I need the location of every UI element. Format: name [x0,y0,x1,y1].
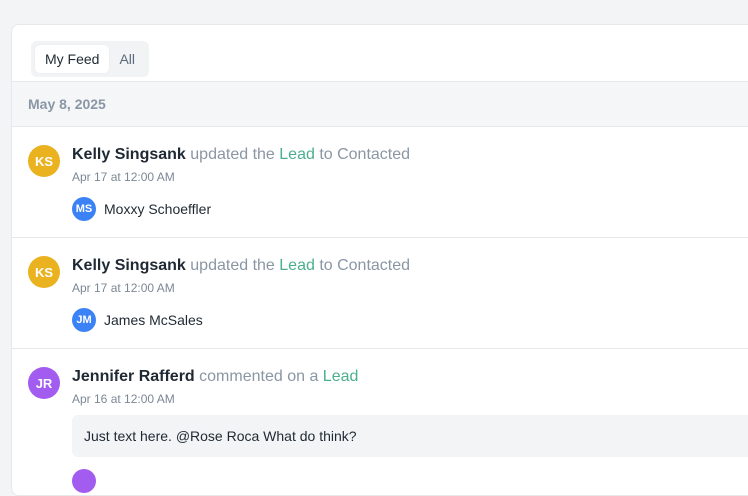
activity-timestamp: Apr 17 at 12:00 AM [72,170,175,184]
lead-owner[interactable]: MS Moxxy Schoeffler [72,197,211,221]
feed-tabs: My Feed All [31,41,150,77]
date-group-header: May 8, 2025 [12,82,748,127]
feed-tabs-bar: My Feed All [12,25,748,82]
activity-summary: Kelly Singsank updated the Lead to Conta… [72,257,410,275]
activity-verb: commented on a [199,368,319,385]
activity-verb: updated the [190,257,275,274]
activity-timestamp: Apr 17 at 12:00 AM [72,281,175,295]
activity-verb: updated the [190,146,275,163]
activity-suffix: to Contacted [319,257,411,274]
avatar[interactable]: KS [28,256,60,288]
feed-item: JR Jennifer Rafferd commented on a Lead … [12,349,748,493]
lead-link[interactable]: Lead [279,257,315,274]
activity-feed-panel: My Feed All May 8, 2025 KS Kelly Singsan… [11,24,748,496]
comment-body: Just text here. @Rose Roca What do think… [72,415,748,457]
feed-item: KS Kelly Singsank updated the Lead to Co… [12,238,748,349]
lead-link[interactable]: Lead [279,146,315,163]
activity-suffix: to Contacted [319,146,411,163]
activity-timestamp: Apr 16 at 12:00 AM [72,392,175,406]
avatar[interactable]: JR [28,367,60,399]
activity-summary: Jennifer Rafferd commented on a Lead [72,368,358,386]
actor-name[interactable]: Jennifer Rafferd [72,368,195,385]
tab-my-feed[interactable]: My Feed [35,45,110,73]
owner-avatar: JM [72,308,96,332]
lead-owner[interactable]: JM James McSales [72,308,203,332]
feed-item: KS Kelly Singsank updated the Lead to Co… [12,127,748,238]
tab-all[interactable]: All [109,45,145,73]
actor-name[interactable]: Kelly Singsank [72,146,186,163]
owner-name: James McSales [104,312,203,328]
owner-avatar: MS [72,197,96,221]
lead-link[interactable]: Lead [323,368,359,385]
actor-name[interactable]: Kelly Singsank [72,257,186,274]
avatar[interactable]: KS [28,145,60,177]
activity-summary: Kelly Singsank updated the Lead to Conta… [72,146,410,164]
owner-name: Moxxy Schoeffler [104,201,212,217]
